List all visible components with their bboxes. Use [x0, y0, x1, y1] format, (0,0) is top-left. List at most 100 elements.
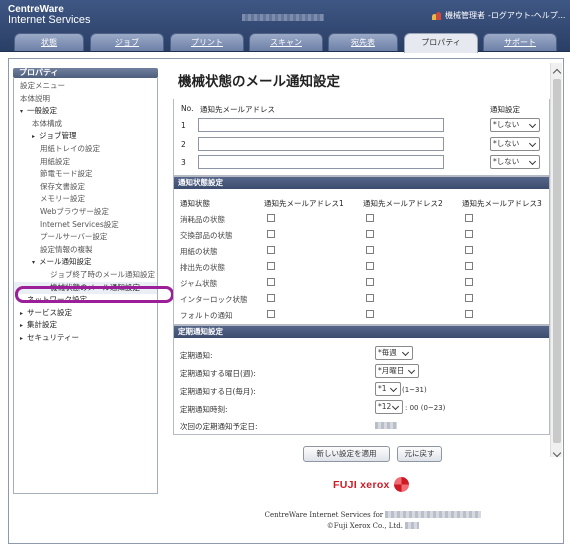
brand: CentreWare Internet Services [8, 4, 91, 26]
sidebar-item-pool-server[interactable]: プールサーバー設定 [14, 231, 157, 244]
sidebar-item-stored-docs[interactable]: 保存文書設定 [14, 181, 157, 194]
notify-setting-select-2[interactable]: *しない [490, 137, 540, 151]
sidebar-item-clone[interactable]: 設定情報の複製 [14, 244, 157, 257]
main-content: 機械状態のメール通知設定 No. 通知先メールアドレス 通知設定 1 *しない … [173, 59, 550, 543]
footer-line-2: ©Fuji Xerox Co., Ltd. [223, 521, 523, 530]
chevron-down-icon [530, 122, 536, 128]
status-checkbox[interactable] [366, 294, 374, 302]
col-address1-header: 通知先メールアドレス1 [264, 199, 344, 208]
sidebar-item-power-saver[interactable]: 節電モード設定 [14, 168, 157, 181]
notify-setting-select-1[interactable]: *しない [490, 118, 540, 132]
scroll-up-icon[interactable] [552, 66, 562, 76]
status-checkbox[interactable] [465, 214, 473, 222]
select-value: *しない [493, 139, 520, 148]
sidebar-item-network[interactable]: ▸ ネットワーク設定 [14, 294, 157, 307]
status-checkbox[interactable] [267, 246, 275, 254]
sidebar-item-web-browser[interactable]: Webブラウザー設定 [14, 206, 157, 219]
status-checkbox[interactable] [465, 246, 473, 254]
sidebar-item-accounting[interactable]: ▸ 集計設定 [14, 319, 157, 332]
status-row-label: 交換部品の状態 [180, 231, 233, 240]
logo-text: FUJI xerox [333, 478, 390, 491]
status-row-label: 排出先の状態 [180, 263, 225, 272]
sidebar-item-description[interactable]: 本体説明 [14, 93, 157, 106]
sidebar-item-configuration[interactable]: 本体構成 [14, 118, 157, 131]
scrollbar-thumb[interactable] [553, 79, 561, 443]
chevron-down-icon [530, 141, 536, 147]
vertical-scrollbar[interactable] [550, 63, 562, 457]
reset-button[interactable]: 元に戻す [397, 446, 442, 462]
sidebar-item-paper-settings[interactable]: 用紙設定 [14, 156, 157, 169]
day-of-month-select[interactable]: *1 [375, 382, 401, 396]
select-value: *しない [493, 157, 520, 166]
sidebar: プロパティ 設定メニュー 本体説明 ▾ 一般設定 本体構成 ▸ ジョブ管理 用紙トレ… [13, 68, 174, 494]
time-hour-select[interactable]: *12 [375, 400, 403, 414]
status-checkbox[interactable] [465, 310, 473, 318]
status-checkbox[interactable] [366, 278, 374, 286]
blurred-host [242, 14, 324, 21]
brand-line2: Internet Services [8, 14, 91, 26]
status-checkbox[interactable] [267, 230, 275, 238]
tab-properties[interactable]: プロパティ [404, 33, 478, 53]
tab-support[interactable]: サポート [483, 33, 557, 51]
email-address-panel: No. 通知先メールアドレス 通知設定 1 *しない 2 *しない 3 *しない [173, 99, 550, 176]
status-checkbox[interactable] [267, 214, 275, 222]
apply-button[interactable]: 新しい設定を適用 [303, 446, 390, 462]
periodic-notification-panel: 定期通知設定 定期通知: *毎週 定期通知する曜日(週): *月曜日 定期通知す… [173, 325, 550, 435]
sidebar-item-settings-menu[interactable]: 設定メニュー [14, 80, 157, 93]
status-row-label: 用紙の状態 [180, 247, 218, 256]
status-checkbox[interactable] [465, 230, 473, 238]
sidebar-item-security[interactable]: ▸ セキュリティー [14, 332, 157, 345]
status-checkbox[interactable] [465, 278, 473, 286]
row-no: 3 [181, 158, 186, 167]
sidebar-item-email-notification[interactable]: ▾ メール通知設定 [14, 256, 157, 269]
status-checkbox[interactable] [366, 262, 374, 270]
status-checkbox[interactable] [366, 246, 374, 254]
status-checkbox[interactable] [465, 294, 473, 302]
chevron-down-icon [409, 368, 415, 374]
sidebar-item-label: セキュリティー [27, 332, 80, 342]
sidebar-item-internet-services[interactable]: Internet Services設定 [14, 219, 157, 232]
tab-jobs[interactable]: ジョブ [90, 33, 164, 51]
status-checkbox[interactable] [366, 230, 374, 238]
sidebar-item-general[interactable]: ▾ 一般設定 [14, 105, 157, 118]
day-range-hint: (1~31) [402, 386, 427, 394]
sidebar-item-machine-status-mail[interactable]: 機械状態のメール通知設定 [14, 281, 157, 295]
user-icon [432, 11, 442, 20]
status-checkbox[interactable] [366, 310, 374, 318]
status-checkbox[interactable] [465, 262, 473, 270]
footer-line-1: CentreWare Internet Services for [223, 510, 523, 519]
periodic-notify-select[interactable]: *毎週 [375, 346, 413, 360]
col-setting-header: 通知設定 [490, 105, 520, 114]
status-row-label: ジャム状態 [180, 279, 218, 288]
status-checkbox[interactable] [366, 214, 374, 222]
status-checkbox[interactable] [267, 278, 275, 286]
tab-status[interactable]: 状態 [14, 33, 84, 51]
tab-print[interactable]: プリント [170, 33, 244, 51]
status-checkbox[interactable] [267, 294, 275, 302]
status-checkbox[interactable] [267, 310, 275, 318]
user-name: 機械管理者 [445, 11, 485, 20]
sidebar-item-job-management[interactable]: ▸ ジョブ管理 [14, 130, 157, 143]
sidebar-item-tray-settings[interactable]: 用紙トレイの設定 [14, 143, 157, 156]
tab-scan[interactable]: スキャン [249, 33, 323, 51]
status-checkbox[interactable] [267, 262, 275, 270]
tab-address-book[interactable]: 宛先表 [328, 33, 398, 51]
email-field-2[interactable] [198, 137, 444, 151]
day-of-month-label: 定期通知する日(毎月): [180, 387, 256, 396]
email-field-1[interactable] [198, 118, 444, 132]
sidebar-item-services[interactable]: ▸ サービス設定 [14, 307, 157, 320]
logout-help-links[interactable]: -ログアウト-ヘルプ... [488, 10, 565, 21]
col-no-header: No. [181, 104, 194, 113]
page-title: 機械状態のメール通知設定 [178, 74, 340, 90]
scroll-down-icon[interactable] [552, 449, 562, 459]
tab-bar: 状態 ジョブ プリント スキャン 宛先表 プロパティ サポート [0, 33, 570, 53]
col-address3-header: 通知先メールアドレス3 [462, 199, 542, 208]
email-field-3[interactable] [198, 155, 444, 169]
sidebar-item-job-completion-mail[interactable]: ジョブ終了時のメール通知設定 [14, 269, 157, 282]
status-row-label: インターロック状態 [180, 295, 248, 304]
weekday-select[interactable]: *月曜日 [375, 364, 419, 378]
sidebar-item-memory[interactable]: メモリー設定 [14, 193, 157, 206]
content-frame: プロパティ 設定メニュー 本体説明 ▾ 一般設定 本体構成 ▸ ジョブ管理 用紙トレ… [8, 58, 564, 544]
notify-setting-select-3[interactable]: *しない [490, 155, 540, 169]
sidebar-item-label: ネットワーク設定 [27, 295, 87, 305]
